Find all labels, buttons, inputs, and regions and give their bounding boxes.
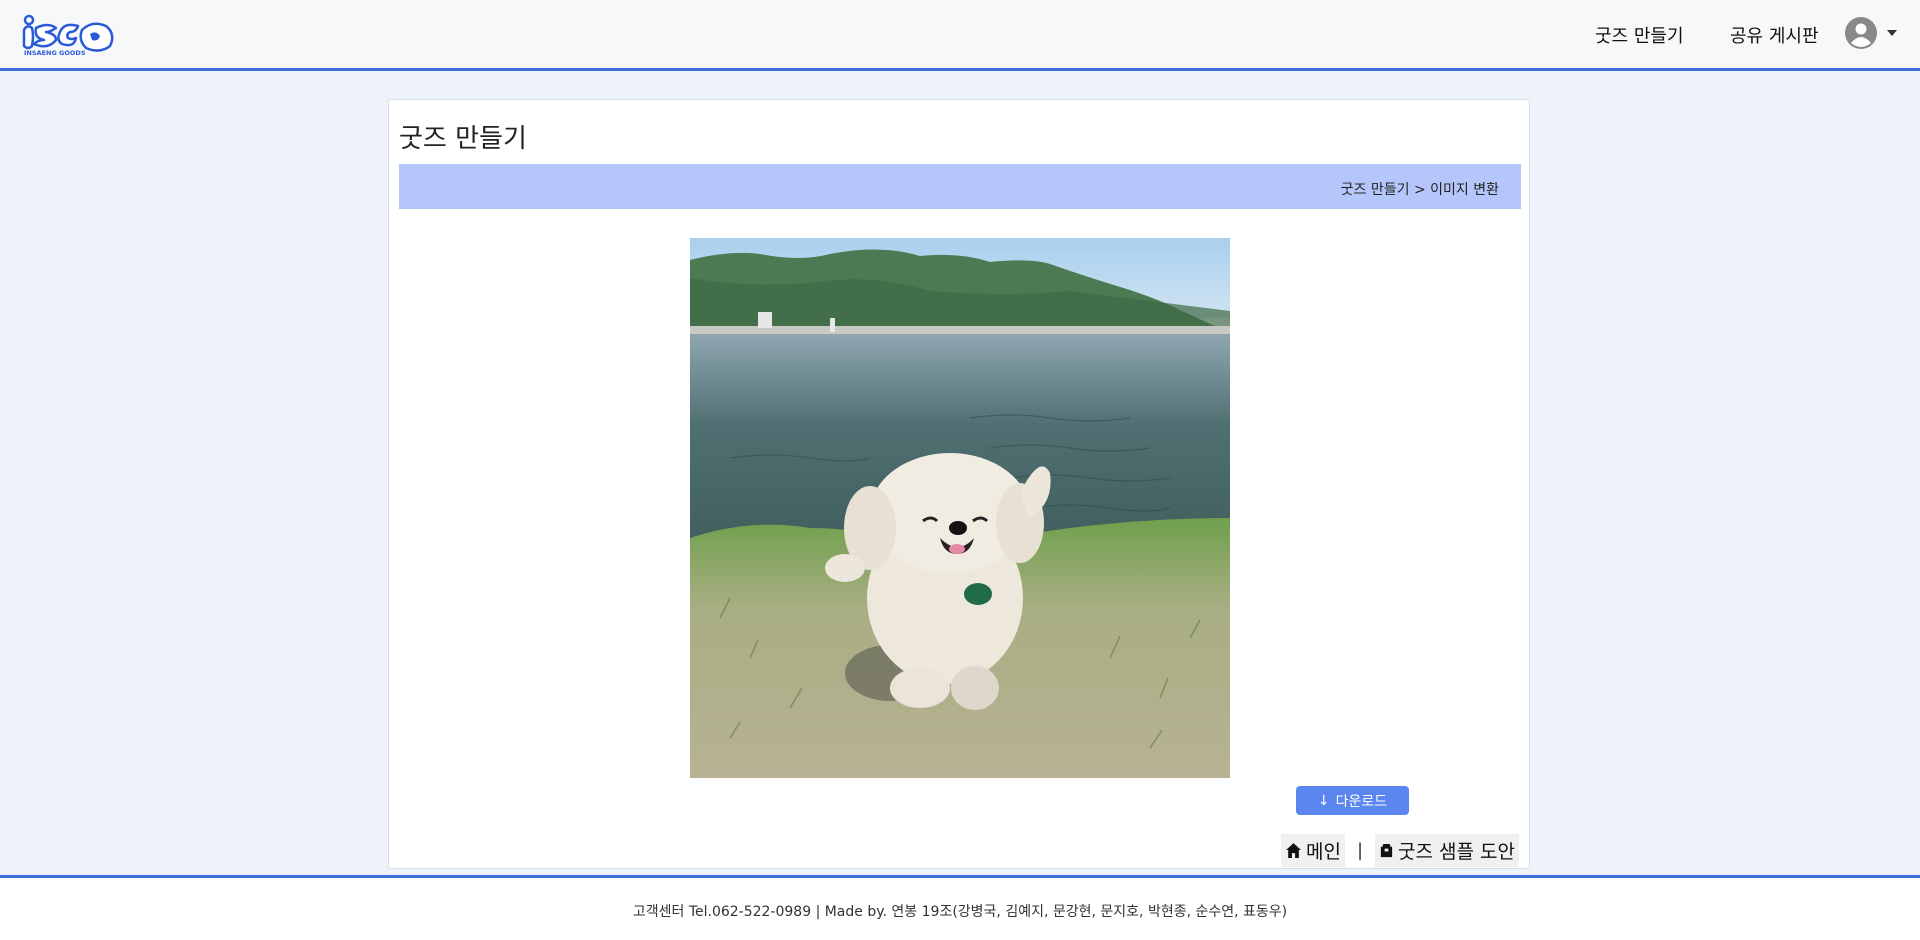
package-icon — [1380, 843, 1393, 858]
logo-subtext: INSAENG GOODS — [24, 49, 86, 57]
insaeng-goods-logo[interactable]: INSAENG GOODS — [20, 12, 115, 58]
home-icon — [1286, 843, 1301, 858]
goods-sample-link[interactable]: 굿즈 샘플 도안 — [1375, 834, 1519, 867]
main-link[interactable]: 메인 — [1280, 834, 1345, 867]
link-separator: | — [1356, 840, 1364, 861]
footer-text: 고객센터 Tel.062-522-0989 | Made by. 연봉 19조(… — [632, 904, 1288, 920]
nav-share-board[interactable]: 공유 게시판 — [1730, 22, 1819, 48]
converted-image — [690, 238, 1230, 778]
nav-make-goods[interactable]: 굿즈 만들기 — [1595, 22, 1684, 48]
site-footer: 고객센터 Tel.062-522-0989 | Made by. 연봉 19조(… — [0, 875, 1920, 940]
user-circle-icon[interactable] — [1845, 17, 1877, 49]
page-title: 굿즈 만들기 — [399, 124, 527, 154]
main-card: 굿즈 만들기 굿즈 만들기 > 이미지 변환 ↓ 다운로드 메인 | 굿즈 샘플… — [388, 99, 1530, 869]
goods-sample-link-label: 굿즈 샘플 도안 — [1398, 841, 1515, 863]
arrow-down-icon: ↓ — [1317, 792, 1330, 809]
top-navbar: INSAENG GOODS 굿즈 만들기 공유 게시판 — [0, 0, 1920, 71]
breadcrumb-bar: 굿즈 만들기 > 이미지 변환 — [399, 164, 1521, 209]
download-button[interactable]: ↓ 다운로드 — [1296, 786, 1409, 815]
download-label: 다운로드 — [1335, 793, 1388, 810]
breadcrumb: 굿즈 만들기 > 이미지 변환 — [1340, 182, 1499, 198]
main-link-label: 메인 — [1305, 841, 1341, 863]
chevron-down-icon[interactable] — [1887, 30, 1897, 36]
page-links: 메인 | 굿즈 샘플 도안 — [1280, 834, 1519, 867]
